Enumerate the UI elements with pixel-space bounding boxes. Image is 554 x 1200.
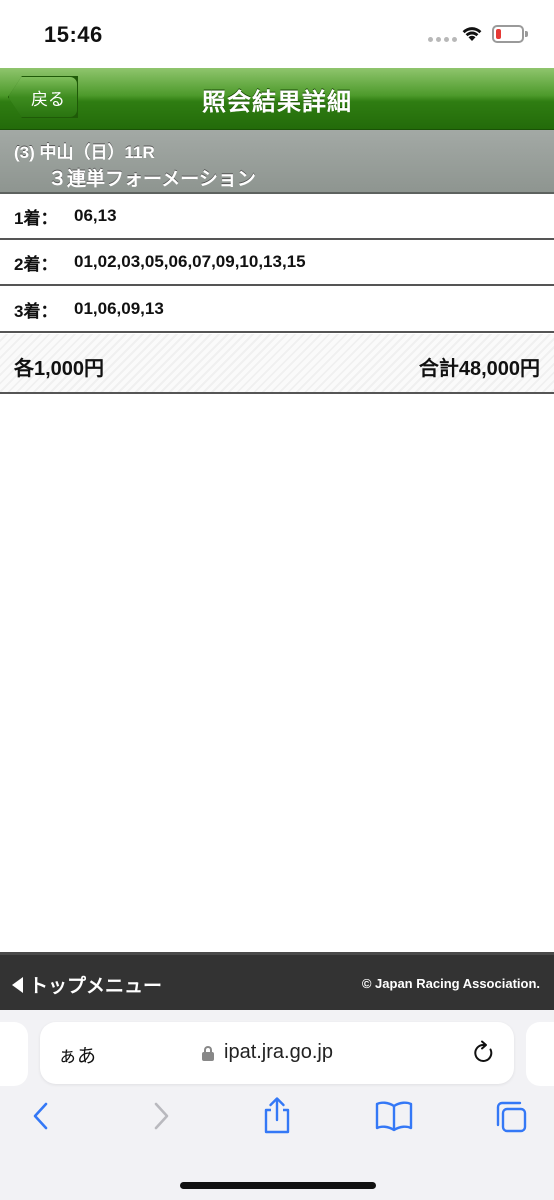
address-bar[interactable]: ぁあ ipat.jra.go.jp xyxy=(40,1022,514,1084)
battery-icon xyxy=(492,25,528,43)
bookmarks-icon[interactable] xyxy=(374,1100,414,1132)
next-tab-card[interactable] xyxy=(526,1022,554,1086)
page-header: 戻る 照会結果詳細 xyxy=(0,68,554,130)
copyright-text: © Japan Racing Association. xyxy=(361,976,540,991)
signal-icon xyxy=(428,37,457,42)
result-row-value: 01,02,03,05,06,07,09,10,13,15 xyxy=(74,252,306,271)
footer-bar: トップメニュー © Japan Racing Association. xyxy=(0,952,554,1010)
result-row-label: 3着： xyxy=(14,301,58,321)
total-amount: 合計48,000円 xyxy=(418,358,540,380)
forward-icon[interactable] xyxy=(150,1100,172,1132)
result-row-value: 06,13 xyxy=(74,206,117,225)
url-text[interactable]: ipat.jra.go.jp xyxy=(224,1041,333,1064)
page-title: 照会結果詳細 xyxy=(202,89,352,116)
reload-icon[interactable] xyxy=(472,1040,496,1066)
top-menu-label: トップメニュー xyxy=(29,976,163,997)
page-settings-button[interactable]: ぁあ xyxy=(58,1041,96,1068)
result-row-third: 3着： 01,06,09,13 xyxy=(0,287,554,333)
each-amount: 各1,000円 xyxy=(14,358,105,380)
race-name: (3) 中山（日）11R xyxy=(14,143,155,162)
status-time: 15:46 xyxy=(44,22,103,47)
wifi-icon xyxy=(462,27,482,41)
share-icon[interactable] xyxy=(260,1096,294,1136)
lock-icon xyxy=(202,1046,214,1061)
result-row-second: 2着： 01,02,03,05,06,07,09,10,13,15 xyxy=(0,240,554,286)
top-menu-link[interactable]: トップメニュー xyxy=(12,971,162,998)
previous-tab-card[interactable] xyxy=(0,1022,28,1086)
race-info-band: (3) 中山（日）11R ３連単フォーメーション xyxy=(0,130,554,194)
bet-type: ３連単フォーメーション xyxy=(48,169,256,190)
back-icon[interactable] xyxy=(30,1100,52,1132)
result-row-first: 1着： 06,13 xyxy=(0,194,554,240)
tabs-icon[interactable] xyxy=(494,1100,528,1134)
browser-toolbar: ぁあ ipat.jra.go.jp xyxy=(0,1010,554,1200)
home-indicator xyxy=(180,1182,376,1189)
triangle-left-icon xyxy=(12,976,23,993)
result-row-label: 2着： xyxy=(14,254,58,274)
result-row-value: 01,06,09,13 xyxy=(74,299,164,318)
status-bar: 15:46 xyxy=(0,0,554,68)
result-row-label: 1着： xyxy=(14,208,58,228)
amount-row: 各1,000円 合計48,000円 xyxy=(0,334,554,394)
